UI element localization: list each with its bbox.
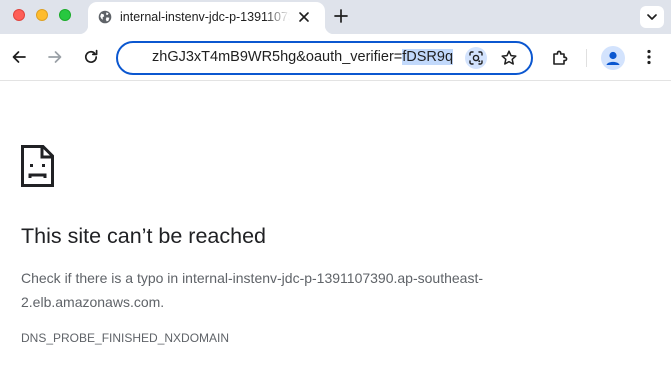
active-tab[interactable]: internal-instenv-jdc-p-1391107390.ap-sou… [79,2,334,34]
person-icon [606,51,620,65]
chevron-down-icon [647,14,657,20]
profile-avatar[interactable] [601,46,625,70]
url-selected-text: fDSR9q [402,49,454,65]
toolbar: zhGJ3xT4mB9WR5hg&oauth_verifier=fDSR9q [0,34,671,81]
url-prefix: zhGJ3xT4mB9WR5hg&oauth_verifier= [152,49,403,65]
tab-search-button[interactable] [640,6,664,28]
url-text[interactable]: zhGJ3xT4mB9WR5hg&oauth_verifier=fDSR9q [152,49,456,67]
window-maximize-button[interactable] [59,9,71,21]
back-icon[interactable] [10,48,28,66]
window-minimize-button[interactable] [36,9,48,21]
globe-icon [98,10,112,24]
error-description: Check if there is a typo in internal-ins… [21,270,483,310]
reload-icon[interactable] [82,48,100,66]
error-title: This site can’t be reached [21,224,266,248]
error-code: DNS_PROBE_FINISHED_NXDOMAIN [21,331,230,345]
tab-title: internal-instenv-jdc-p-1391107390.ap-sou… [120,10,290,24]
new-tab-icon[interactable] [332,7,350,25]
forward-icon[interactable] [46,48,64,66]
google-lens-button[interactable] [465,47,487,69]
bookmark-star-icon[interactable] [500,49,518,67]
extensions-puzzle-icon[interactable] [551,48,569,66]
sad-page-icon [21,145,54,187]
toolbar-divider [586,49,587,67]
address-bar[interactable]: zhGJ3xT4mB9WR5hg&oauth_verifier=fDSR9q [116,41,533,75]
lens-icon [469,51,483,65]
window-close-button[interactable] [13,9,25,21]
close-tab-icon[interactable] [296,9,312,25]
tab-strip: internal-instenv-jdc-p-1391107390.ap-sou… [0,0,671,34]
more-menu-icon[interactable] [640,48,658,66]
